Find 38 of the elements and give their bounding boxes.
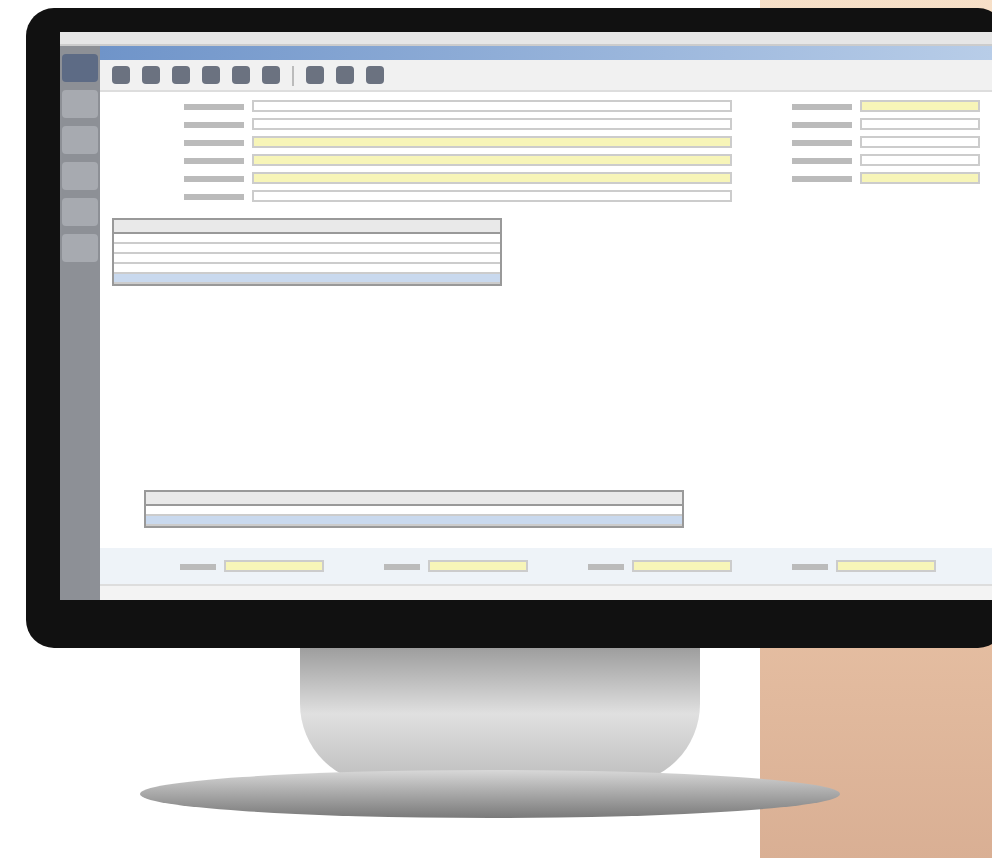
field-label-drawing — [184, 175, 244, 181]
input-field[interactable] — [252, 172, 732, 184]
input-field[interactable] — [860, 172, 980, 184]
input-field[interactable] — [836, 560, 936, 572]
field-label-drawing — [588, 563, 624, 569]
field-label-drawing — [792, 139, 852, 145]
field-label-drawing — [384, 563, 420, 569]
field-label-drawing — [184, 139, 244, 145]
table-row[interactable] — [114, 274, 500, 284]
input-field[interactable] — [224, 560, 324, 572]
field-label-drawing — [792, 103, 852, 109]
input-field[interactable] — [252, 136, 732, 148]
input-field[interactable] — [860, 136, 980, 148]
input-field[interactable] — [860, 118, 980, 130]
sidebar-item[interactable] — [62, 126, 98, 154]
field-label-drawing — [792, 121, 852, 127]
input-field[interactable] — [252, 190, 732, 202]
input-field[interactable] — [860, 100, 980, 112]
input-field[interactable] — [252, 118, 732, 130]
field-label-drawing — [792, 175, 852, 181]
sidebar-item[interactable] — [62, 162, 98, 190]
field-label-drawing — [184, 103, 244, 109]
field-label-drawing — [180, 563, 216, 569]
sidebar-item[interactable] — [62, 198, 98, 226]
input-field[interactable] — [632, 560, 732, 572]
sidebar-item[interactable] — [62, 234, 98, 262]
sidebar-item[interactable] — [62, 90, 98, 118]
field-label-drawing — [792, 157, 852, 163]
field-label-drawing — [792, 563, 828, 569]
field-label-drawing — [184, 121, 244, 127]
input-field[interactable] — [428, 560, 528, 572]
input-field[interactable] — [252, 100, 732, 112]
input-field[interactable] — [252, 154, 732, 166]
field-label-drawing — [184, 157, 244, 163]
sidebar-item[interactable] — [62, 54, 98, 82]
table-row[interactable] — [146, 516, 682, 526]
field-label-drawing — [184, 193, 244, 199]
input-field[interactable] — [860, 154, 980, 166]
